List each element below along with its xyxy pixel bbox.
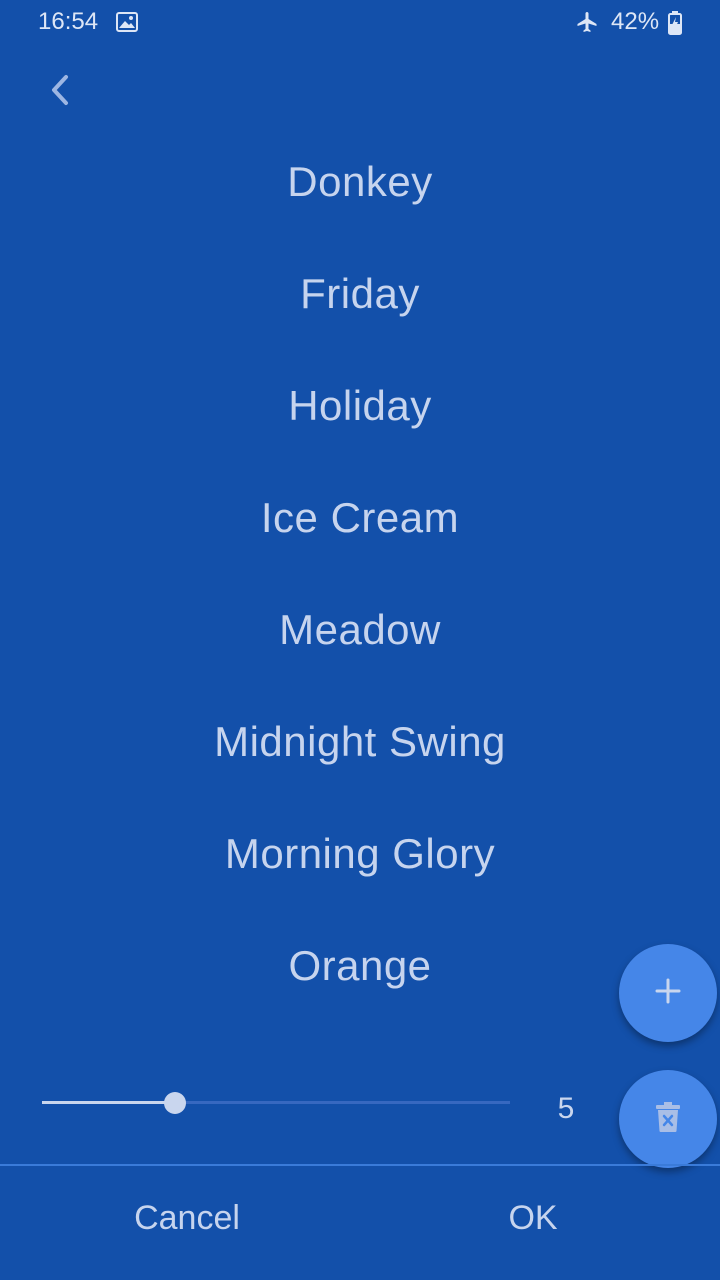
add-button[interactable] [619,944,717,1042]
item-list: Donkey Friday Holiday Ice Cream Meadow M… [0,126,720,1022]
airplane-mode-icon [575,10,599,34]
gallery-icon [116,12,138,32]
back-button[interactable] [34,66,86,118]
list-item[interactable]: Morning Glory [0,798,720,910]
delete-button[interactable] [619,1070,717,1168]
slider-value: 5 [557,1092,575,1125]
status-bar: 16:54 42% [0,0,720,48]
battery-charging-icon [668,11,682,35]
slider-fill [42,1101,175,1104]
size-slider[interactable] [42,1088,510,1118]
list-item[interactable]: Orange [0,910,720,1022]
battery-percentage: 42% [611,8,660,35]
slider-thumb[interactable] [164,1092,186,1114]
cancel-button[interactable]: Cancel [80,1180,294,1256]
list-item[interactable]: Midnight Swing [0,686,720,798]
list-item[interactable]: Donkey [0,126,720,238]
chevron-left-icon [46,72,74,113]
plus-icon [654,977,682,1010]
status-time: 16:54 [38,8,99,35]
list-item[interactable]: Holiday [0,350,720,462]
trash-icon [655,1101,681,1138]
ok-button[interactable]: OK [440,1180,626,1256]
list-item[interactable]: Meadow [0,574,720,686]
list-item[interactable]: Friday [0,238,720,350]
divider [0,1164,720,1166]
list-item[interactable]: Ice Cream [0,462,720,574]
